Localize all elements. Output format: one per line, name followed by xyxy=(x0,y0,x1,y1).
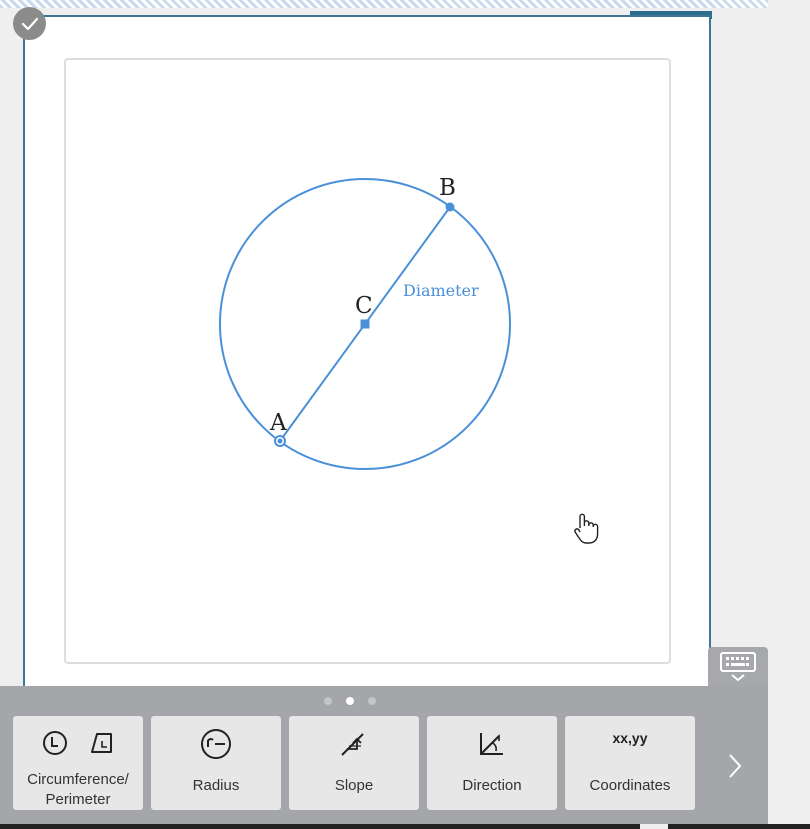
hand-cursor-icon xyxy=(571,512,601,551)
right-gutter xyxy=(768,0,810,829)
coordinates-icon: xx,yy xyxy=(612,730,648,746)
point-label-c: C xyxy=(355,293,373,319)
bottom-edge xyxy=(0,824,810,829)
point-label-b: B xyxy=(439,175,456,201)
checkmark-icon xyxy=(21,17,38,30)
point-a-core xyxy=(277,438,283,444)
tool-label-circumference: Circumference/Perimeter xyxy=(27,771,129,808)
tool-label-radius: Radius xyxy=(192,777,240,794)
point-b[interactable] xyxy=(445,202,455,212)
pager-dots xyxy=(0,697,700,705)
trapezoid-icon xyxy=(91,733,112,753)
drawing-canvas[interactable]: B C A Diameter xyxy=(64,58,671,664)
chevron-right-icon xyxy=(729,754,742,778)
keyboard-icon xyxy=(720,652,756,682)
diameter-label: Diameter xyxy=(403,281,479,300)
next-page-button[interactable] xyxy=(722,750,748,782)
tool-coordinates[interactable]: xx,yy Coordinates xyxy=(565,716,695,810)
tool-slope[interactable]: Slope xyxy=(289,716,419,810)
check-badge[interactable] xyxy=(13,7,46,40)
clock-icon xyxy=(43,731,67,755)
top-border-strip xyxy=(0,0,810,8)
slope-icon xyxy=(341,733,364,756)
tool-circumference-perimeter[interactable]: Circumference/Perimeter xyxy=(13,716,143,810)
tool-radius[interactable]: Radius xyxy=(151,716,281,810)
pager-dot-2[interactable] xyxy=(346,697,354,705)
pager-dot-1[interactable] xyxy=(324,697,332,705)
tool-label-direction: Direction xyxy=(462,777,522,794)
point-c[interactable] xyxy=(360,319,370,329)
pager-dot-3[interactable] xyxy=(368,697,376,705)
tool-label-coordinates: Coordinates xyxy=(589,777,671,794)
geometry-svg: B C A Diameter xyxy=(219,175,511,470)
tool-label-slope: Slope xyxy=(334,777,374,794)
tool-palette: Circumference/Perimeter Radius Slope Dir… xyxy=(0,686,768,824)
direction-icon xyxy=(480,733,503,755)
tool-direction[interactable]: Direction xyxy=(427,716,557,810)
point-label-a: A xyxy=(269,410,287,436)
keyboard-toggle-button[interactable] xyxy=(708,647,768,687)
radius-icon xyxy=(201,729,231,759)
